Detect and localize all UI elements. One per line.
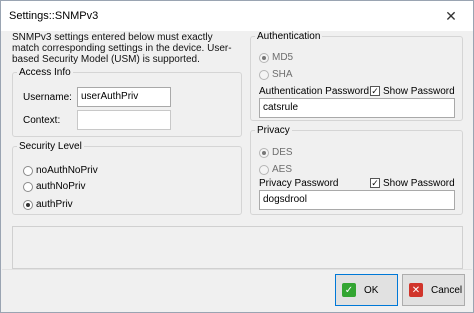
context-label: Context: — [23, 115, 61, 126]
radio-aes[interactable]: AES — [259, 163, 292, 176]
radio-button-selected-icon — [259, 52, 269, 63]
radio-md5[interactable]: MD5 — [259, 51, 293, 64]
radio-button-icon — [259, 69, 269, 80]
checkbox-checked-icon: ✓ — [370, 86, 380, 96]
radio-authpriv[interactable]: authPriv — [23, 198, 73, 211]
radio-label: DES — [272, 147, 293, 158]
radio-authnopriv[interactable]: authNoPriv — [23, 180, 85, 193]
radio-label: noAuthNoPriv — [36, 165, 98, 176]
radio-des[interactable]: DES — [259, 146, 293, 159]
privacy-password-field[interactable]: dogsdrool — [259, 190, 455, 210]
title-bar: Settings::SNMPv3 ✕ — [1, 1, 473, 31]
radio-button-icon — [23, 165, 33, 176]
username-field[interactable]: userAuthPriv — [77, 87, 171, 107]
checkbox-checked-icon: ✓ — [370, 178, 380, 188]
message-area — [12, 226, 463, 269]
radio-button-icon — [259, 164, 269, 175]
checkbox-label: Show Password — [383, 85, 455, 97]
ok-button[interactable]: ✓ OK — [335, 274, 398, 306]
radio-button-selected-icon — [23, 199, 33, 210]
username-label: Username: — [23, 92, 72, 103]
divider — [2, 269, 472, 270]
check-icon: ✓ — [342, 283, 356, 297]
checkbox-label: Show Password — [383, 177, 455, 189]
intro-text: SNMPv3 settings entered below must exact… — [12, 32, 232, 65]
radio-button-icon — [23, 181, 33, 192]
privacy-password-label: Privacy Password — [259, 178, 339, 189]
privacy-show-password-checkbox[interactable]: ✓ Show Password — [370, 177, 455, 189]
security-level-legend: Security Level — [19, 141, 82, 152]
cancel-button[interactable]: ✕ Cancel — [402, 274, 465, 306]
ok-button-label: OK — [364, 284, 379, 296]
radio-label: AES — [272, 164, 293, 175]
radio-button-selected-icon — [259, 147, 269, 158]
privacy-legend: Privacy — [257, 125, 290, 136]
auth-password-label: Authentication Password — [259, 86, 370, 97]
radio-label: authPriv — [36, 199, 73, 210]
radio-label: SHA — [272, 69, 293, 80]
access-info-legend: Access Info — [19, 67, 71, 78]
radio-label: authNoPriv — [36, 181, 86, 192]
auth-password-field[interactable]: catsrule — [259, 98, 455, 118]
radio-label: MD5 — [272, 52, 294, 63]
context-field[interactable] — [77, 110, 171, 130]
radio-sha[interactable]: SHA — [259, 68, 293, 81]
authentication-legend: Authentication — [257, 31, 321, 42]
x-icon: ✕ — [409, 283, 423, 297]
close-icon[interactable]: ✕ — [429, 1, 473, 31]
window-title: Settings::SNMPv3 — [9, 10, 99, 22]
cancel-button-label: Cancel — [431, 284, 463, 296]
auth-show-password-checkbox[interactable]: ✓ Show Password — [370, 85, 455, 97]
radio-noauthnopriv[interactable]: noAuthNoPriv — [23, 164, 98, 177]
settings-dialog: Settings::SNMPv3 ✕ SNMPv3 settings enter… — [0, 0, 474, 313]
